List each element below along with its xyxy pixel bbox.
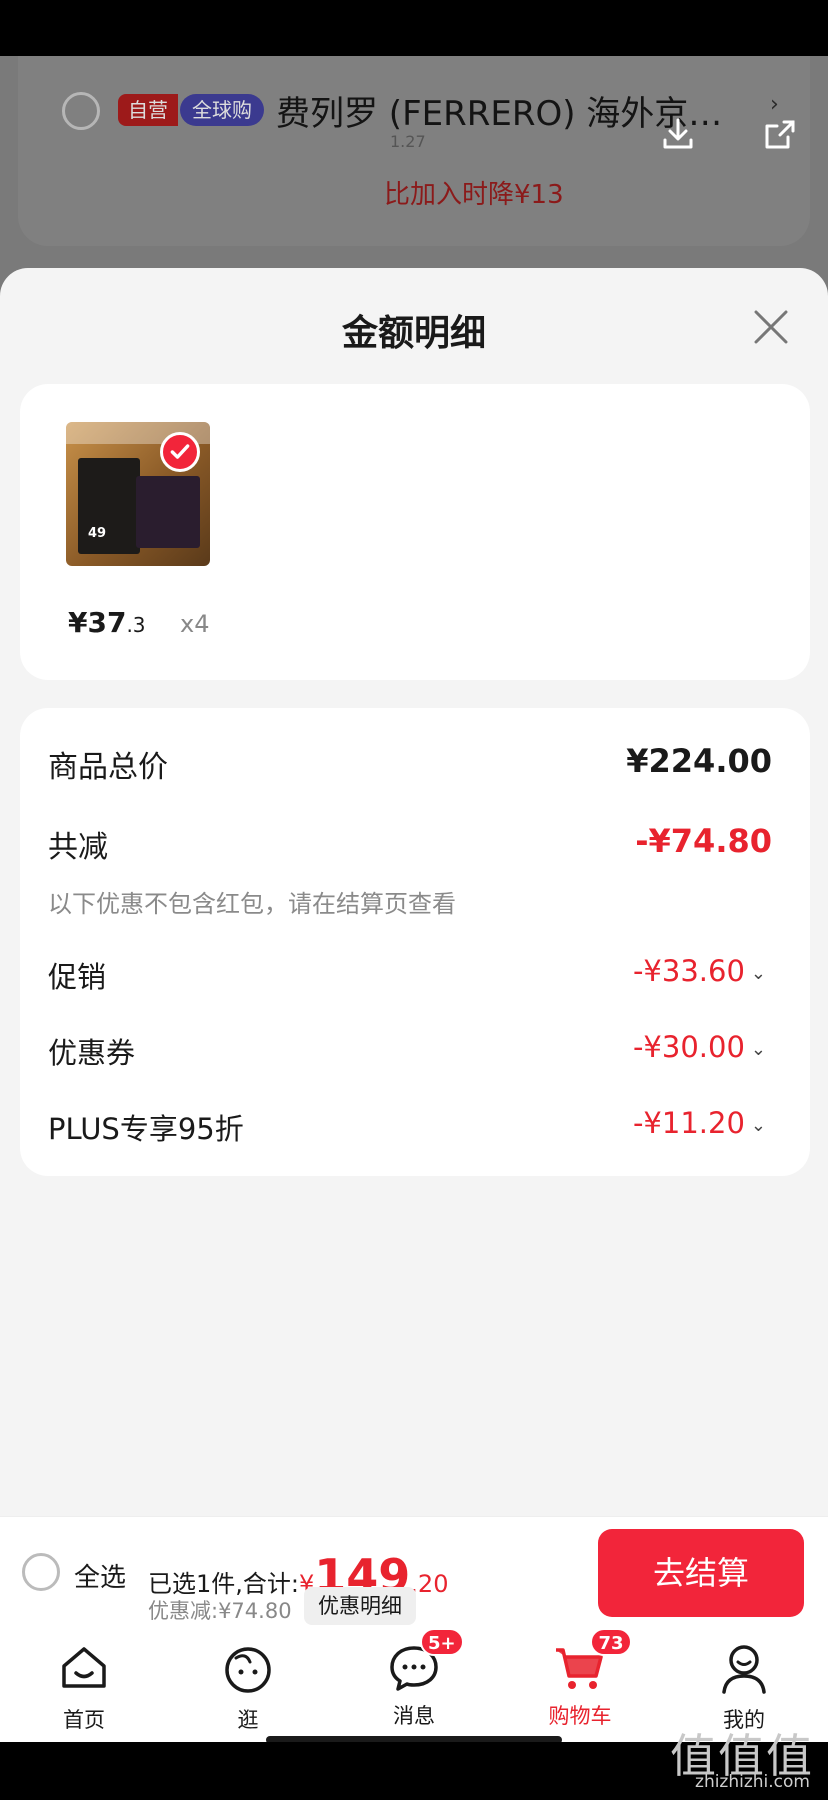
total-value: ¥224.00 (626, 742, 772, 780)
promotion-row[interactable]: -¥33.60 ⌄ (633, 954, 766, 988)
share-icon[interactable] (762, 116, 798, 152)
coupon-value: -¥30.00 (632, 1030, 745, 1064)
item-price-int: ¥37 (68, 606, 127, 639)
self-operated-tag: 自营 (118, 94, 178, 126)
sheet-title: 金额明细 (341, 313, 486, 354)
close-icon[interactable] (748, 304, 794, 350)
chevron-down-icon: ⌄ (750, 1038, 766, 1060)
product-sub-text: 1.27 (390, 132, 426, 151)
message-badge: 5+ (420, 1628, 464, 1656)
discount-detail-button[interactable]: 优惠明细 (304, 1587, 416, 1625)
chevron-down-icon: ⌄ (750, 1114, 766, 1136)
face-icon (225, 1647, 271, 1693)
price-drop-note: 比加入时降¥13 (384, 180, 564, 210)
profile-icon (722, 1645, 766, 1694)
plus-discount-value: -¥11.20 (632, 1106, 745, 1140)
watermark-url: zhizhizhi.com (695, 1772, 810, 1792)
coupon-row[interactable]: -¥30.00 ⌄ (633, 1030, 766, 1064)
chevron-right-icon[interactable]: › (770, 92, 779, 117)
download-icon[interactable] (660, 116, 696, 152)
plus-discount-label: PLUS专享95折 (48, 1112, 244, 1146)
tab-cart-label: 购物车 (548, 1704, 612, 1728)
total-amount-dec: .20 (410, 1570, 449, 1598)
item-price: ¥37.3 (68, 606, 146, 639)
tab-home[interactable]: 首页 (24, 1640, 144, 1734)
select-all-radio[interactable] (22, 1553, 60, 1591)
promotion-value: -¥33.60 (632, 954, 745, 988)
tab-messages[interactable]: 5+ 消息 (354, 1628, 474, 1730)
reduce-value: -¥74.80 (635, 822, 772, 860)
product-select-radio[interactable] (62, 92, 100, 130)
item-price-dec: .3 (126, 613, 146, 637)
thumbnail-number: 49 (88, 526, 107, 541)
status-bar (0, 0, 828, 56)
coupon-label: 优惠券 (48, 1036, 136, 1070)
promotion-label: 促销 (48, 960, 107, 994)
global-purchase-tag: 全球购 (180, 94, 264, 126)
price-summary-card: 商品总价 ¥224.00 共减 -¥74.80 以下优惠不包含红包，请在结算页查… (20, 708, 810, 1176)
chevron-down-icon: ⌄ (750, 962, 766, 984)
item-card: 49 ¥37.3 x4 (20, 384, 810, 680)
tab-messages-label: 消息 (393, 1704, 435, 1728)
tab-cart[interactable]: 73 购物车 (520, 1628, 640, 1730)
home-icon (62, 1647, 106, 1688)
thumbnail-box-right (136, 476, 200, 548)
check-icon (160, 432, 200, 472)
amount-detail-sheet: 金额明细 49 ¥37.3 x4 商品总价 ¥224.00 共减 -¥74.80… (0, 268, 828, 1518)
message-icon-wrap: 5+ (386, 1628, 464, 1696)
total-label: 商品总价 (48, 750, 168, 785)
cart-badge: 73 (590, 1628, 632, 1656)
tab-browse[interactable]: 逛 (188, 1640, 308, 1734)
item-quantity: x4 (180, 610, 210, 638)
discount-note: 以下优惠不包含红包，请在结算页查看 (48, 890, 456, 918)
selected-count-text: 已选1件,合计: (148, 1570, 299, 1598)
cart-icon-wrap: 73 (552, 1628, 632, 1696)
saved-amount: 优惠减:¥74.80 (148, 1599, 292, 1623)
select-all-label[interactable]: 全选 (74, 1557, 126, 1594)
checkout-button[interactable]: 去结算 (598, 1529, 804, 1617)
reduce-label: 共减 (48, 830, 108, 865)
checkout-bar: 全选 已选1件,合计:¥149.20 优惠减:¥74.80 优惠明细 去结算 (0, 1516, 828, 1630)
plus-discount-row[interactable]: -¥11.20 ⌄ (633, 1106, 766, 1140)
tab-home-label: 首页 (63, 1708, 105, 1732)
tab-browse-label: 逛 (237, 1708, 259, 1732)
